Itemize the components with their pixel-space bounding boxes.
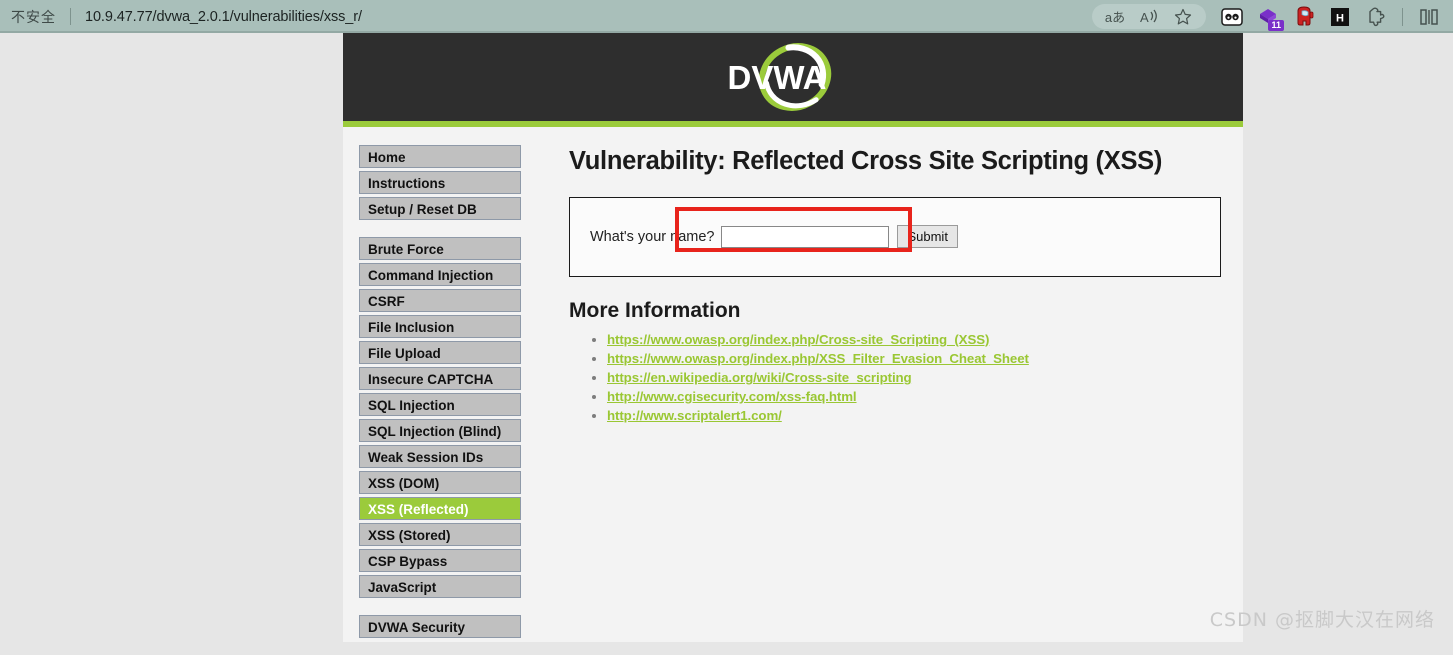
csdn-watermark: CSDN @抠脚大汉在网络 (1209, 609, 1435, 631)
svg-text:A: A (1140, 10, 1149, 25)
sidebar-item-javascript[interactable]: JavaScript (359, 575, 521, 598)
sidebar-group-general: Home Instructions Setup / Reset DB (359, 145, 521, 220)
sidebar-item-dvwa-security[interactable]: DVWA Security (359, 615, 521, 638)
sidebar-item-file-upload[interactable]: File Upload (359, 341, 521, 364)
sidebar-item-file-inclusion[interactable]: File Inclusion (359, 315, 521, 338)
security-status-label: 不安全 (11, 8, 56, 25)
main-content: Vulnerability: Reflected Cross Site Scri… (529, 127, 1243, 655)
more-info-link-owasp-cheatsheet[interactable]: https://www.owasp.org/index.php/XSS_Filt… (607, 351, 1029, 366)
sidebar-item-xss-reflected[interactable]: XSS (Reflected) (359, 497, 521, 520)
more-info-link-owasp-xss[interactable]: https://www.owasp.org/index.php/Cross-si… (607, 332, 989, 347)
sidebar-item-command-injection[interactable]: Command Injection (359, 263, 521, 286)
sidebar-group-vulnerabilities: Brute Force Command Injection CSRF File … (359, 237, 521, 598)
list-item: http://www.scriptalert1.com/ (607, 407, 1221, 425)
translate-icon[interactable]: aあ (1098, 4, 1132, 29)
page-title: Vulnerability: Reflected Cross Site Scri… (569, 147, 1163, 175)
sidebar-item-setup-reset-db[interactable]: Setup / Reset DB (359, 197, 521, 220)
submit-button[interactable]: Submit (897, 225, 958, 248)
browser-toolbar: 不安全 10.9.47.77/dvwa_2.0.1/vulnerabilitie… (0, 0, 1453, 33)
sidebar-item-sql-injection-blind[interactable]: SQL Injection (Blind) (359, 419, 521, 442)
sidebar-item-csrf[interactable]: CSRF (359, 289, 521, 312)
toolbar-separator (1402, 7, 1403, 26)
sidebar-nav: Home Instructions Setup / Reset DB Brute… (343, 127, 529, 655)
xss-form-panel: What's your name? Submit (569, 197, 1221, 277)
sidebar-item-sql-injection[interactable]: SQL Injection (359, 393, 521, 416)
name-field-label: What's your name? (590, 228, 715, 245)
more-information-heading: More Information (569, 299, 741, 322)
read-aloud-icon[interactable]: A (1132, 4, 1166, 29)
dvwa-logo: DVWA (703, 39, 883, 115)
logo-text: DVWA (728, 59, 827, 96)
list-item: https://en.wikipedia.org/wiki/Cross-site… (607, 369, 1221, 387)
page-viewport: DVWA Home Instructions Setup / Reset DB … (0, 33, 1453, 642)
sidebar-item-xss-dom[interactable]: XSS (DOM) (359, 471, 521, 494)
sidebar-item-home[interactable]: Home (359, 145, 521, 168)
site-header: DVWA (343, 33, 1243, 121)
more-info-link-scriptalert1[interactable]: http://www.scriptalert1.com/ (607, 408, 782, 423)
panda-extension-icon[interactable] (1217, 3, 1247, 31)
address-bar-url[interactable]: 10.9.47.77/dvwa_2.0.1/vulnerabilities/xs… (85, 9, 362, 25)
list-item: https://www.owasp.org/index.php/XSS_Filt… (607, 350, 1221, 368)
more-information-links: https://www.owasp.org/index.php/Cross-si… (569, 331, 1221, 425)
list-item: https://www.owasp.org/index.php/Cross-si… (607, 331, 1221, 349)
sidebar-item-insecure-captcha[interactable]: Insecure CAPTCHA (359, 367, 521, 390)
split-screen-icon[interactable] (1414, 3, 1444, 31)
more-info-link-cgisecurity[interactable]: http://www.cgisecurity.com/xss-faq.html (607, 389, 857, 404)
list-item: http://www.cgisecurity.com/xss-faq.html (607, 388, 1221, 406)
name-form: What's your name? Submit (590, 225, 1200, 248)
sidebar-item-brute-force[interactable]: Brute Force (359, 237, 521, 260)
main-layout: Home Instructions Setup / Reset DB Brute… (343, 127, 1243, 655)
dvwa-app-container: DVWA Home Instructions Setup / Reset DB … (343, 33, 1243, 642)
among-us-extension-icon[interactable] (1289, 3, 1319, 31)
toolbar-pill-group: aあ A (1092, 4, 1206, 29)
sidebar-item-csp-bypass[interactable]: CSP Bypass (359, 549, 521, 572)
sidebar-item-weak-session-ids[interactable]: Weak Session IDs (359, 445, 521, 468)
favorite-star-icon[interactable] (1166, 4, 1200, 29)
sidebar-group-settings: DVWA Security (359, 615, 521, 638)
name-input[interactable] (721, 225, 890, 248)
sidebar-item-xss-stored[interactable]: XSS (Stored) (359, 523, 521, 546)
h-extension-icon[interactable]: H (1325, 3, 1355, 31)
extension-badge-count: 11 (1268, 19, 1284, 31)
more-info-link-wikipedia[interactable]: https://en.wikipedia.org/wiki/Cross-site… (607, 370, 912, 385)
sidebar-item-instructions[interactable]: Instructions (359, 171, 521, 194)
extensions-puzzle-icon[interactable] (1361, 3, 1391, 31)
purple-extension-icon[interactable]: 11 (1253, 3, 1284, 31)
toolbar-actions: aあ A 11 H (1092, 0, 1453, 33)
url-divider (70, 8, 71, 25)
svg-text:H: H (1336, 12, 1344, 24)
